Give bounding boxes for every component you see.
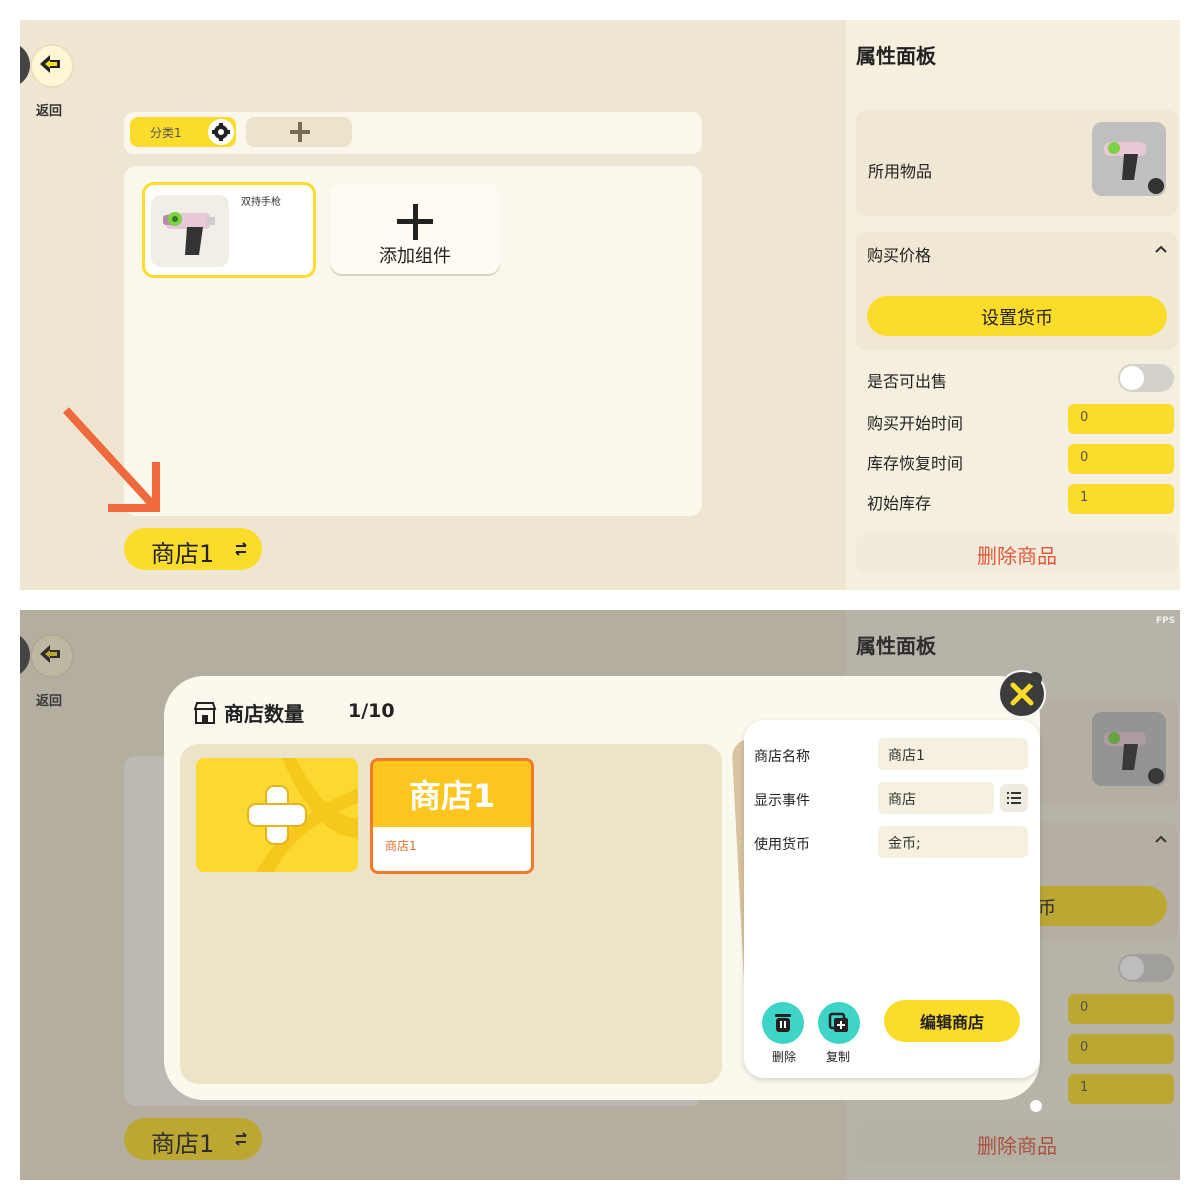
currency-label: 使用货币 [754, 837, 810, 853]
shop-grid: 商店1 商店1 [180, 744, 722, 1084]
delete-shop-button[interactable] [762, 1002, 804, 1044]
shop-name-label: 商店名称 [754, 749, 810, 765]
item-grid: 双持手枪 添加组件 [124, 166, 702, 516]
buy-price-label: 购买价格 [867, 246, 932, 265]
buy-price-card: 购买价格 设置货币 [856, 232, 1178, 350]
shop-switch-button[interactable]: 商店1 [124, 528, 262, 570]
can-sell-toggle[interactable] [1118, 364, 1174, 392]
decor-dot [1028, 672, 1042, 686]
can-sell-label: 是否可出售 [867, 372, 948, 391]
currency-input[interactable]: 金币; [878, 826, 1028, 858]
add-category-button[interactable] [246, 117, 352, 147]
show-event-input[interactable]: 商店 [878, 782, 994, 814]
back-button[interactable]: 返回 [20, 42, 76, 119]
back-label: 返回 [36, 104, 63, 119]
item-name: 双持手枪 [241, 197, 281, 208]
buy-start-time-label: 购买开始时间 [867, 414, 964, 433]
used-item-label: 所用物品 [868, 162, 933, 181]
toggle-knob [1120, 366, 1144, 390]
shop-card[interactable]: 商店1 商店1 [370, 758, 534, 874]
plus-icon [397, 204, 433, 240]
back-arrow-icon [40, 55, 60, 73]
dual-pistol-icon [163, 212, 215, 255]
delete-item-button[interactable]: 删除商品 [856, 532, 1178, 574]
buy-start-time-input[interactable]: 0 [1068, 404, 1174, 434]
add-shop-button[interactable] [196, 758, 358, 872]
gear-icon [212, 123, 230, 141]
item-card[interactable]: 双持手枪 [142, 182, 316, 278]
stock-recover-label: 库存恢复时间 [867, 454, 964, 473]
event-list-button[interactable] [1000, 784, 1028, 812]
category-tab-label: 分类1 [150, 126, 182, 140]
copy-icon [828, 1012, 848, 1032]
property-panel: 属性面板 所用物品 购买价格 设置货币 是否可出售 购买开始时间 0 库存恢复时… [846, 20, 1180, 590]
show-event-value: 商店 [888, 792, 916, 808]
shop-icon [193, 702, 217, 724]
buy-start-time-value: 0 [1080, 410, 1089, 425]
add-component-button[interactable]: 添加组件 [330, 184, 500, 274]
edit-shop-button[interactable]: 编辑商店 [884, 1000, 1020, 1042]
set-currency-button[interactable]: 设置货币 [867, 296, 1167, 336]
trash-icon [775, 1014, 791, 1032]
back-button-half [20, 42, 30, 88]
shop-card-banner: 商店1 [373, 761, 531, 827]
initial-stock-label: 初始库存 [867, 494, 932, 513]
copy-shop-button[interactable] [818, 1002, 860, 1044]
shop-card-title: 商店1 [408, 777, 496, 815]
shop-detail-panel: 商店名称 商店1 显示事件 商店 使用货币 金币; 删除 复制 编辑商店 [744, 720, 1040, 1078]
dialog-title: 商店数量 [224, 702, 304, 726]
shop-switch-label: 商店1 [151, 540, 215, 568]
item-thumbnail [151, 195, 229, 267]
dual-pistol-icon [1104, 142, 1164, 194]
edit-shop-label: 编辑商店 [919, 1013, 984, 1032]
swap-icon [235, 542, 247, 556]
chevron-up-icon[interactable] [1154, 244, 1168, 254]
initial-stock-value: 1 [1080, 490, 1089, 505]
set-currency-label: 设置货币 [981, 308, 1053, 329]
category-bar: 分类1 [124, 112, 702, 154]
initial-stock-input[interactable]: 1 [1068, 484, 1174, 514]
category-settings-button[interactable] [208, 119, 234, 145]
property-panel-title: 属性面板 [856, 44, 936, 68]
shop-card-subtitle: 商店1 [385, 839, 417, 853]
fps-label: FPS [1156, 616, 1176, 626]
delete-shop-label: 删除 [772, 1050, 797, 1064]
decor-dot [1030, 1100, 1042, 1112]
used-item-card: 所用物品 [856, 110, 1178, 216]
shop-count: 1/10 [348, 700, 395, 722]
shop-editor-main: 返回 分类1 双持手枪 添加组件 商店1 [20, 20, 846, 590]
category-tab[interactable]: 分类1 [130, 117, 236, 147]
shop-count-dialog: 商店数量 1/10 商店1 商店1 商店名称 商店1 显示事件 商店 使用货币 … [164, 676, 1040, 1100]
top-screenshot: 返回 分类1 双持手枪 添加组件 商店1 属性面板 所用物品 购买价格 设置货币… [20, 20, 1180, 590]
stock-recover-input[interactable]: 0 [1068, 444, 1174, 474]
delete-item-label: 删除商品 [977, 544, 1057, 568]
stock-recover-value: 0 [1080, 450, 1089, 465]
add-component-label: 添加组件 [379, 246, 451, 267]
show-event-label: 显示事件 [754, 793, 810, 809]
copy-shop-label: 复制 [826, 1050, 851, 1064]
plus-icon [290, 122, 310, 142]
list-icon [1007, 792, 1021, 804]
bottom-screenshot: 返回 商店1 属性面板 币 0 0 1 删除商品 FPS 商店数量 1/10 商… [20, 610, 1180, 1180]
plus-icon [247, 758, 358, 872]
shop-name-input[interactable]: 商店1 [878, 738, 1028, 770]
shop-name-value: 商店1 [888, 748, 925, 764]
currency-value: 金币; [888, 836, 921, 852]
annotation-arrow-icon [63, 407, 160, 512]
used-item-thumbnail[interactable] [1092, 122, 1166, 196]
